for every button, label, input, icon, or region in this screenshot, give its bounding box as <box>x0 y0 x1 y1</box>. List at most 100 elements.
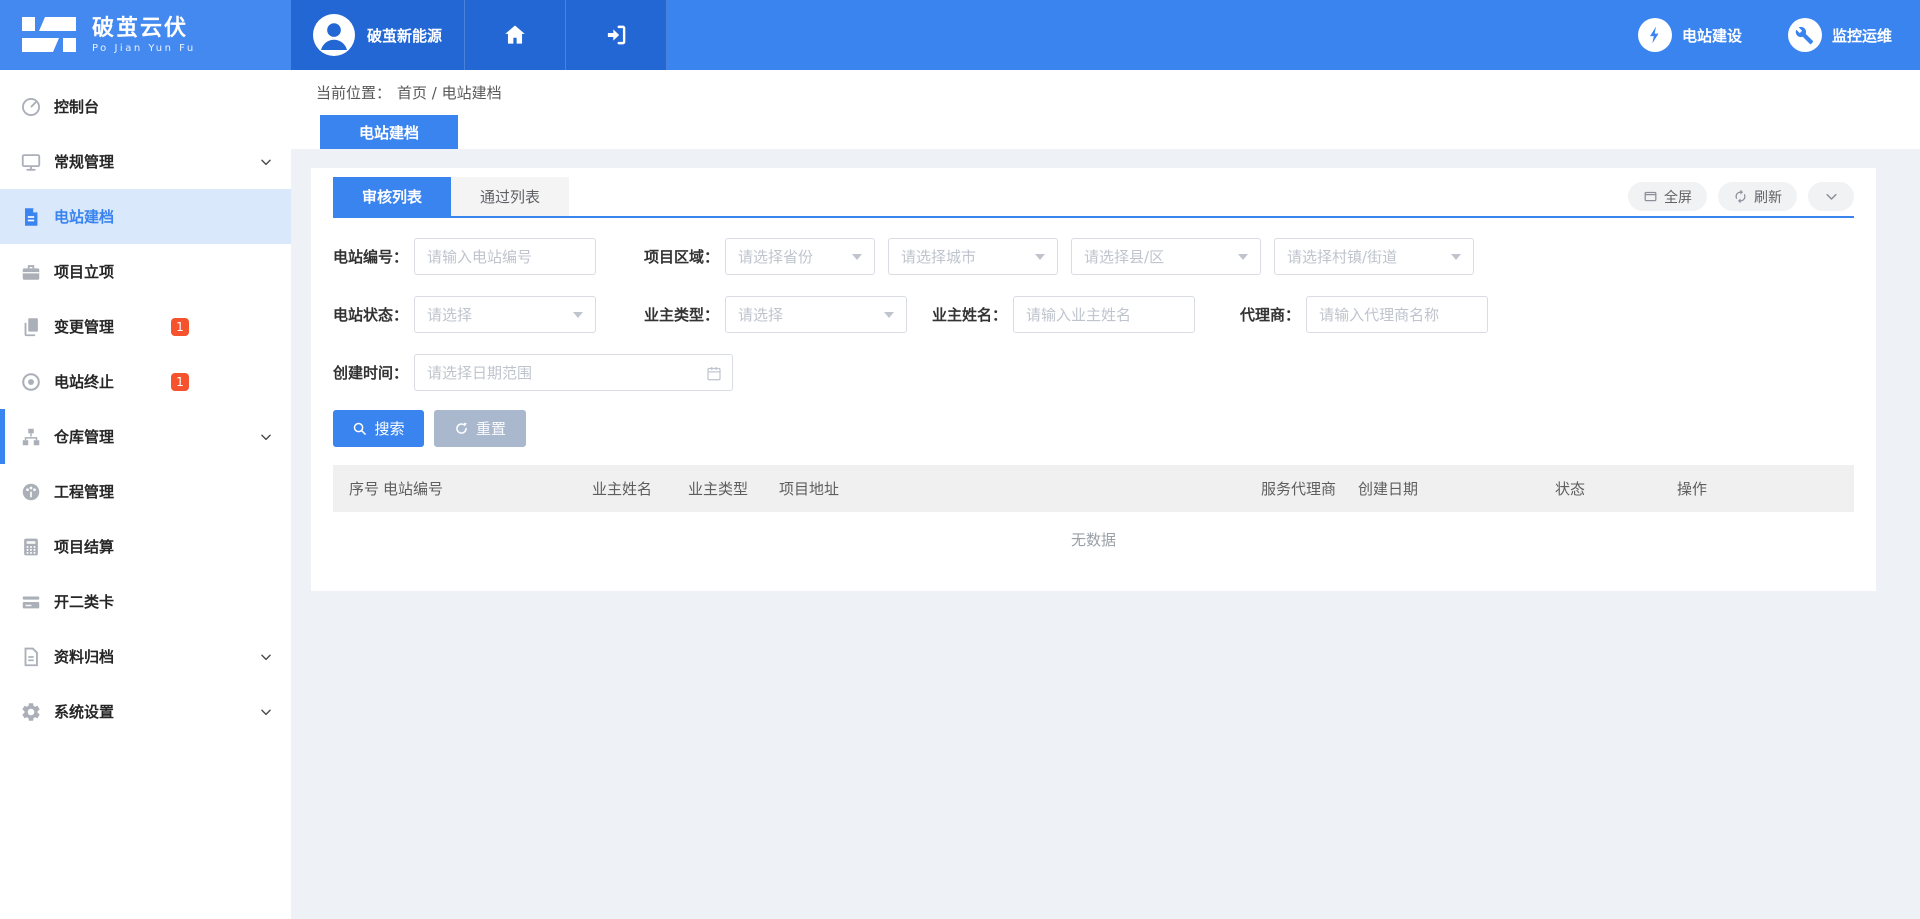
col-index: 序号 <box>333 478 383 499</box>
tab-review-list[interactable]: 审核列表 <box>333 177 451 216</box>
sidebar-item-project-settlement[interactable]: 项目结算 <box>0 519 291 574</box>
caret-down-icon <box>1451 254 1461 260</box>
create-time-label: 创建时间： <box>333 362 408 383</box>
home-icon <box>502 22 528 48</box>
nav-station-construction[interactable]: 电站建设 <box>1638 18 1742 52</box>
station-status-select[interactable]: 请选择 <box>414 296 596 333</box>
refresh-icon <box>1733 189 1748 204</box>
sidebar-item-general-mgmt[interactable]: 常规管理 <box>0 134 291 189</box>
sidebar-item-label: 电站终止 <box>54 371 114 392</box>
col-owner-type: 业主类型 <box>688 478 779 499</box>
fullscreen-button[interactable]: 全屏 <box>1628 182 1707 211</box>
sidebar-item-label: 开二类卡 <box>54 591 114 612</box>
nav-monitor-ops[interactable]: 监控运维 <box>1788 18 1892 52</box>
brand-logo: 破茧云伏 Po Jian Yun Fu <box>0 0 291 70</box>
sidebar-item-engineering-mgmt[interactable]: 工程管理 <box>0 464 291 519</box>
sidebar-item-label: 资料归档 <box>54 646 114 667</box>
sidebar-item-label: 仓库管理 <box>54 426 114 447</box>
col-status: 状态 <box>1555 478 1677 499</box>
chevron-down-icon <box>259 650 273 664</box>
sidebar-item-console[interactable]: 控制台 <box>0 79 291 134</box>
sidebar-item-label: 工程管理 <box>54 481 114 502</box>
town-placeholder: 请选择村镇/街道 <box>1287 246 1397 267</box>
refresh-label: 刷新 <box>1754 187 1782 207</box>
caret-down-icon <box>884 312 894 318</box>
agent-input[interactable] <box>1306 296 1488 333</box>
sidebar-item-label: 电站建档 <box>54 206 114 227</box>
chevron-down-icon <box>259 430 273 444</box>
search-button[interactable]: 搜索 <box>333 410 424 447</box>
calculator-icon <box>20 536 42 558</box>
caret-down-icon <box>573 312 583 318</box>
home-button[interactable] <box>465 0 566 70</box>
county-placeholder: 请选择县/区 <box>1084 246 1164 267</box>
panel-tabs-row: 审核列表 通过列表 全屏 刷新 <box>333 177 1854 216</box>
filter-form: 电站编号： 项目区域： 请选择省份 请选择城市 请选择县/区 <box>333 218 1854 391</box>
reset-button[interactable]: 重置 <box>434 410 526 447</box>
document-icon <box>20 206 42 228</box>
target-icon <box>20 371 42 393</box>
user-icon <box>313 14 355 56</box>
notification-badge: 1 <box>171 373 189 391</box>
sidebar-item-change-mgmt[interactable]: 变更管理 1 <box>0 299 291 354</box>
fullscreen-icon <box>1643 189 1658 204</box>
sidebar-item-project-initiation[interactable]: 项目立项 <box>0 244 291 299</box>
station-no-label: 电站编号： <box>333 246 408 267</box>
wrench-icon <box>1788 18 1822 52</box>
sidebar-item-warehouse-mgmt[interactable]: 仓库管理 <box>0 409 291 464</box>
col-project-address: 项目地址 <box>779 478 1261 499</box>
search-label: 搜索 <box>374 418 404 439</box>
sidebar-item-label: 项目结算 <box>54 536 114 557</box>
breadcrumb-path[interactable]: 首页 / 电站建档 <box>397 82 502 103</box>
town-select[interactable]: 请选择村镇/街道 <box>1274 238 1474 275</box>
chevron-down-icon <box>259 705 273 719</box>
city-select[interactable]: 请选择城市 <box>888 238 1058 275</box>
reset-label: 重置 <box>476 418 506 439</box>
sidebar-item-station-archive[interactable]: 电站建档 <box>0 189 291 244</box>
brand-logo-icon <box>20 13 78 57</box>
collapse-button[interactable] <box>1808 182 1854 211</box>
county-select[interactable]: 请选择县/区 <box>1071 238 1261 275</box>
main-area: 当前位置： 首页 / 电站建档 电站建档 审核列表 通过列表 全屏 <box>291 0 1920 919</box>
owner-name-label: 业主姓名： <box>932 304 1007 325</box>
brand-subtitle: Po Jian Yun Fu <box>92 42 196 55</box>
caret-down-icon <box>1035 254 1045 260</box>
sidebar-item-open-card[interactable]: 开二类卡 <box>0 574 291 629</box>
fullscreen-label: 全屏 <box>1664 187 1692 207</box>
sidebar-item-station-termination[interactable]: 电站终止 1 <box>0 354 291 409</box>
col-station-no: 电站编号 <box>383 478 592 499</box>
col-create-date: 创建日期 <box>1358 478 1555 499</box>
date-range-input[interactable] <box>414 354 733 391</box>
station-no-input[interactable] <box>414 238 596 275</box>
results-table: 序号 电站编号 业主姓名 业主类型 项目地址 服务代理商 创建日期 状态 操作 … <box>333 465 1854 567</box>
province-select[interactable]: 请选择省份 <box>725 238 875 275</box>
agent-label: 代理商： <box>1240 304 1300 325</box>
sidebar-item-label: 常规管理 <box>54 151 114 172</box>
caret-down-icon <box>852 254 862 260</box>
chevron-down-icon <box>259 155 273 169</box>
chevron-down-icon <box>1824 189 1839 204</box>
sidebar-item-label: 变更管理 <box>54 316 114 337</box>
card-icon <box>20 591 42 613</box>
page-tab-station-archive[interactable]: 电站建档 <box>320 115 458 149</box>
owner-type-select[interactable]: 请选择 <box>725 296 907 333</box>
search-icon <box>352 421 367 436</box>
status-placeholder: 请选择 <box>427 304 472 325</box>
notification-badge: 1 <box>171 318 189 336</box>
province-placeholder: 请选择省份 <box>738 246 813 267</box>
empty-state-text: 无数据 <box>333 512 1854 567</box>
owner-type-placeholder: 请选择 <box>738 304 783 325</box>
pages-icon <box>20 316 42 338</box>
logout-button[interactable] <box>566 0 667 70</box>
company-name: 破茧新能源 <box>367 25 442 46</box>
sidebar-item-system-settings[interactable]: 系统设置 <box>0 684 291 739</box>
user-account-button[interactable]: 破茧新能源 <box>291 0 465 70</box>
col-owner-name: 业主姓名 <box>592 478 688 499</box>
owner-name-input[interactable] <box>1013 296 1195 333</box>
city-placeholder: 请选择城市 <box>901 246 976 267</box>
refresh-button[interactable]: 刷新 <box>1718 182 1797 211</box>
tab-passed-list[interactable]: 通过列表 <box>451 177 569 216</box>
sidebar-item-data-archive[interactable]: 资料归档 <box>0 629 291 684</box>
gauge-icon <box>20 481 42 503</box>
nav-item-label: 监控运维 <box>1832 25 1892 46</box>
